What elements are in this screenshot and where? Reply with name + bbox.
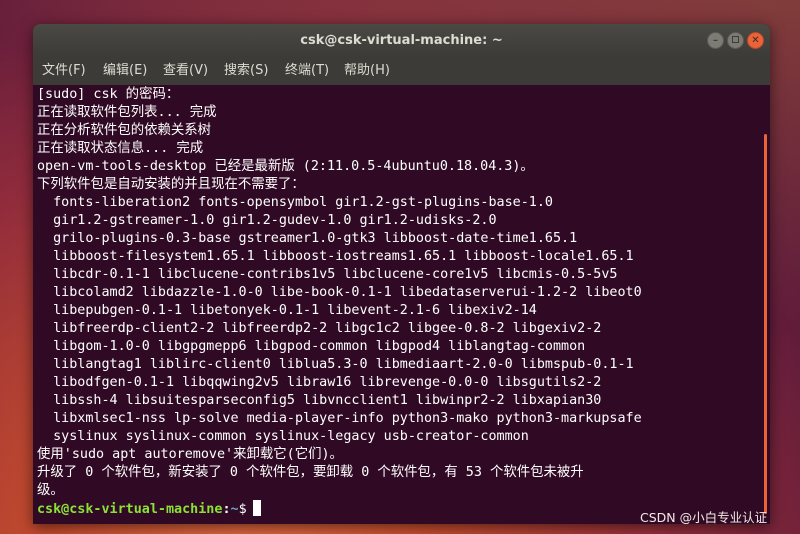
menu-help[interactable]: 帮助(H) xyxy=(344,57,390,85)
terminal-line: libboost-filesystem1.65.1 libboost-iostr… xyxy=(37,249,634,264)
terminal-line: fonts-liberation2 fonts-opensymbol gir1.… xyxy=(37,195,553,210)
terminal-line: open-vm-tools-desktop 已经是最新版 (2:11.0.5-4… xyxy=(37,159,534,174)
menu-search[interactable]: 搜索(S) xyxy=(224,57,268,85)
menu-file[interactable]: 文件(F) xyxy=(42,57,86,85)
minimize-icon: – xyxy=(713,35,718,46)
terminal-line: 使用'sudo apt autoremove'来卸载它(它们)。 xyxy=(37,447,343,462)
prompt-colon: : xyxy=(222,502,231,517)
text-cursor xyxy=(252,500,261,516)
minimize-button[interactable]: – xyxy=(707,32,724,49)
title-bar[interactable]: csk@csk-virtual-machine: ~ – ✕ xyxy=(33,24,770,57)
prompt-user-host: csk@csk-virtual-machine xyxy=(37,502,223,517)
terminal-area[interactable]: [sudo] csk 的密码： 正在读取软件包列表... 完成 正在分析软件包的… xyxy=(33,85,770,524)
maximize-icon xyxy=(732,36,739,43)
terminal-window[interactable]: csk@csk-virtual-machine: ~ – ✕ 文件(F) 编辑(… xyxy=(33,24,770,524)
watermark-text: CSDN @小白专业认证 xyxy=(640,510,768,525)
terminal-line: grilo-plugins-0.3-base gstreamer1.0-gtk3… xyxy=(37,231,578,246)
terminal-output: [sudo] csk 的密码： 正在读取软件包列表... 完成 正在分析软件包的… xyxy=(37,86,759,518)
terminal-line: [sudo] csk 的密码： xyxy=(37,87,180,102)
terminal-line: 级。 xyxy=(37,483,64,498)
terminal-line: libfreerdp-client2-2 libfreerdp2-2 libgc… xyxy=(37,321,602,336)
terminal-line: libodfgen-0.1-1 libqqwing2v5 libraw16 li… xyxy=(37,375,602,390)
scrollbar[interactable] xyxy=(764,134,767,514)
terminal-line: libgom-1.0-0 libgpgmepp6 libgpod-common … xyxy=(37,339,586,354)
terminal-line: libepubgen-0.1-1 libetonyek-0.1-1 libeve… xyxy=(37,303,537,318)
terminal-line: gir1.2-gstreamer-1.0 gir1.2-gudev-1.0 gi… xyxy=(37,213,497,228)
menu-bar: 文件(F) 编辑(E) 查看(V) 搜索(S) 终端(T) 帮助(H) xyxy=(33,57,770,85)
terminal-line: libssh-4 libsuitesparseconfig5 libvnccli… xyxy=(37,393,602,408)
maximize-button[interactable] xyxy=(727,32,744,49)
window-title: csk@csk-virtual-machine: ~ xyxy=(300,33,503,48)
terminal-line: libcdr-0.1-1 libclucene-contribs1v5 libc… xyxy=(37,267,618,282)
terminal-line: 正在读取软件包列表... 完成 xyxy=(37,105,217,120)
terminal-line: 升级了 0 个软件包，新安装了 0 个软件包，要卸载 0 个软件包，有 53 个… xyxy=(37,465,584,480)
terminal-line: liblangtag1 liblirc-client0 liblua5.3-0 … xyxy=(37,357,634,372)
terminal-line: libxmlsec1-nss lp-solve media-player-inf… xyxy=(37,411,642,426)
menu-edit[interactable]: 编辑(E) xyxy=(103,57,147,85)
prompt-dollar: $ xyxy=(238,502,247,517)
terminal-line: 正在读取状态信息... 完成 xyxy=(37,141,204,156)
terminal-line: syslinux syslinux-common syslinux-legacy… xyxy=(37,429,529,444)
close-icon: ✕ xyxy=(751,35,760,46)
prompt-path: ~ xyxy=(230,502,239,517)
close-button[interactable]: ✕ xyxy=(747,32,764,49)
terminal-line: libcolamd2 libdazzle-1.0-0 libe-book-0.1… xyxy=(37,285,642,300)
menu-terminal[interactable]: 终端(T) xyxy=(285,57,329,85)
terminal-line: 下列软件包是自动安装的并且现在不需要了： xyxy=(37,177,305,192)
menu-view[interactable]: 查看(V) xyxy=(163,57,208,85)
terminal-line: 正在分析软件包的依赖关系树 xyxy=(37,123,212,138)
